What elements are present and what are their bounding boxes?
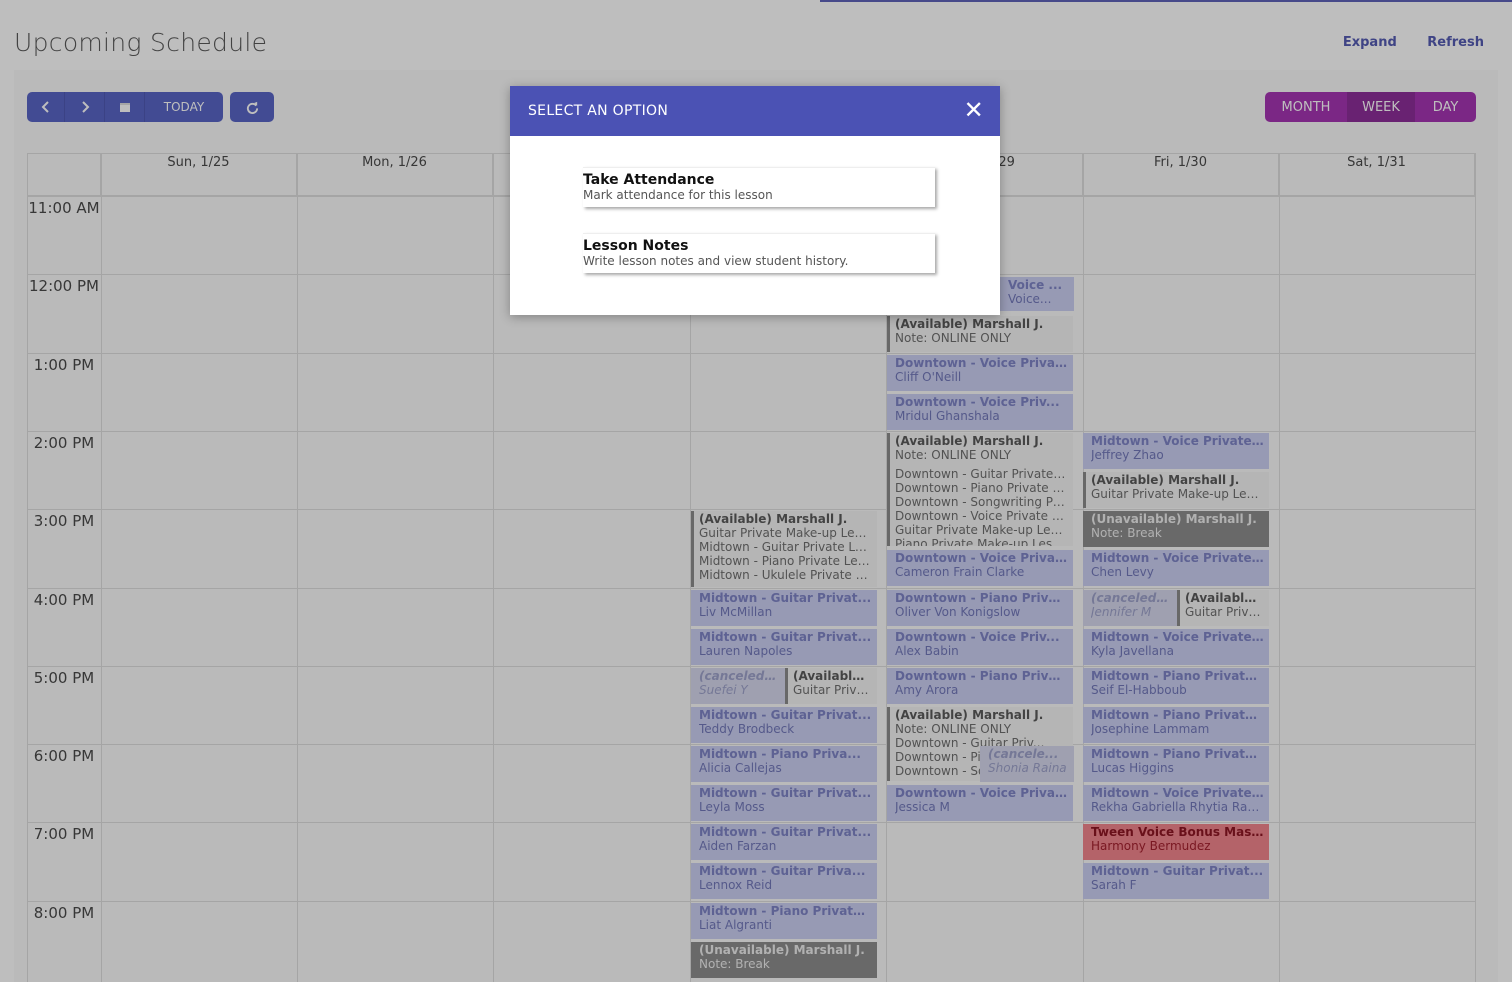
take-attendance-option[interactable]: Take Attendance Mark attendance for this… bbox=[583, 167, 935, 207]
option-description: Write lesson notes and view student hist… bbox=[583, 254, 849, 268]
option-description: Mark attendance for this lesson bbox=[583, 188, 773, 202]
close-icon[interactable]: ✕ bbox=[964, 97, 984, 123]
modal-header: SELECT AN OPTION ✕ bbox=[510, 86, 1000, 136]
modal-title: SELECT AN OPTION bbox=[528, 103, 669, 119]
lesson-notes-option[interactable]: Lesson Notes Write lesson notes and view… bbox=[583, 233, 935, 273]
option-title: Take Attendance bbox=[583, 172, 715, 188]
select-option-modal: SELECT AN OPTION ✕ Take Attendance Mark … bbox=[510, 86, 1000, 315]
option-title: Lesson Notes bbox=[583, 238, 689, 254]
